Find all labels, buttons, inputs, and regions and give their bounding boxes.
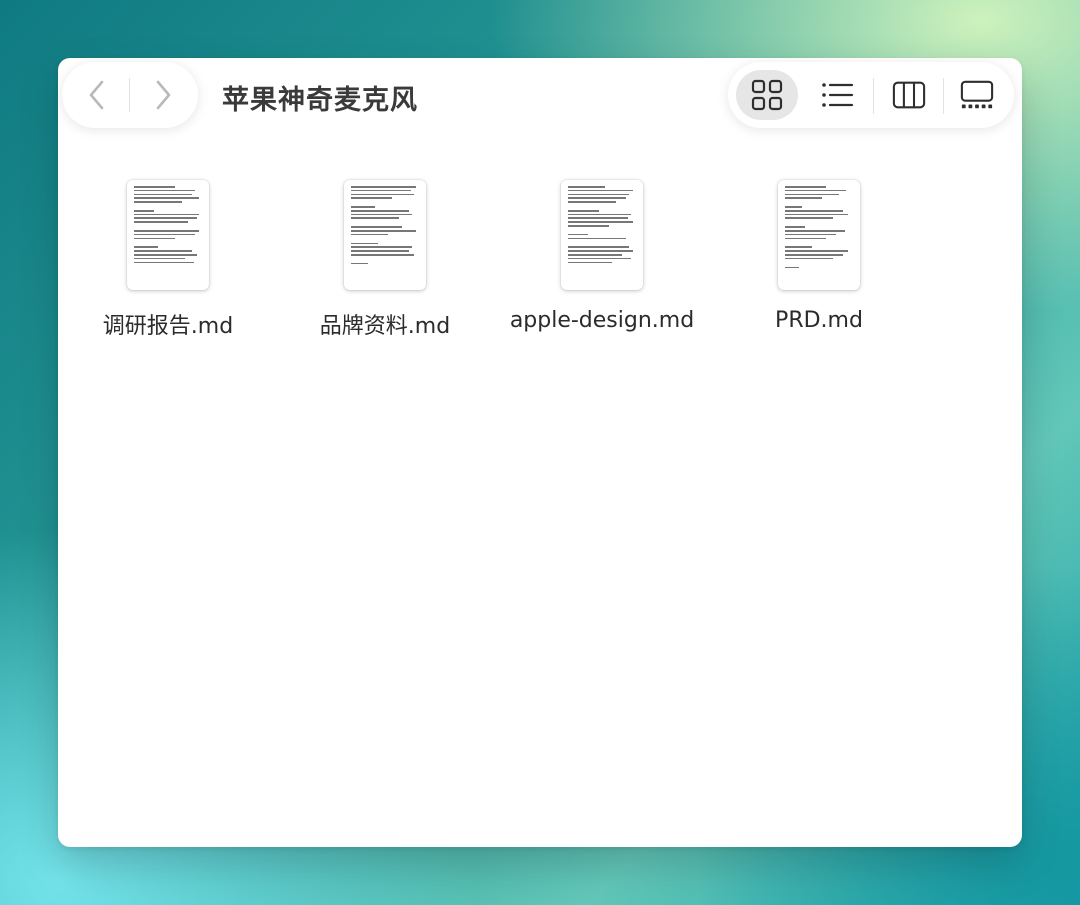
file-name: PRD.md	[775, 308, 863, 333]
icon-view-button[interactable]	[736, 70, 798, 120]
markdown-document-thumbnail	[127, 180, 209, 290]
back-button[interactable]	[64, 62, 130, 128]
file-item[interactable]: PRD.md	[719, 178, 919, 348]
file-name: 品牌资料.md	[319, 314, 451, 339]
view-divider	[873, 78, 874, 114]
gallery-view-button[interactable]	[946, 70, 1008, 120]
column-view-icon	[892, 81, 926, 109]
file-item[interactable]: 品牌资料.md	[285, 178, 485, 348]
gallery-view-icon	[960, 80, 994, 109]
file-name: 调研报告.md	[102, 314, 234, 339]
list-view-icon	[822, 83, 854, 107]
forward-button[interactable]	[130, 62, 196, 128]
markdown-document-thumbnail	[344, 180, 426, 290]
markdown-document-thumbnail	[778, 180, 860, 290]
view-mode-switcher	[728, 62, 1014, 128]
chevron-left-icon	[89, 80, 104, 110]
file-name: apple-design.md	[509, 308, 695, 333]
list-view-button[interactable]	[806, 70, 868, 120]
chevron-right-icon	[156, 80, 171, 110]
navigation-controls	[62, 62, 198, 128]
window-title: 苹果神奇麦克风	[222, 85, 418, 116]
grid-view-icon	[751, 79, 783, 111]
file-item[interactable]: apple-design.md	[502, 178, 702, 348]
file-item[interactable]: 调研报告.md	[68, 178, 268, 348]
finder-window: 苹果神奇麦克风 调研报告.md 品牌资料.md apple-design.md …	[58, 58, 1022, 847]
markdown-document-thumbnail	[561, 180, 643, 290]
column-view-button[interactable]	[878, 70, 940, 120]
view-divider	[943, 78, 944, 114]
